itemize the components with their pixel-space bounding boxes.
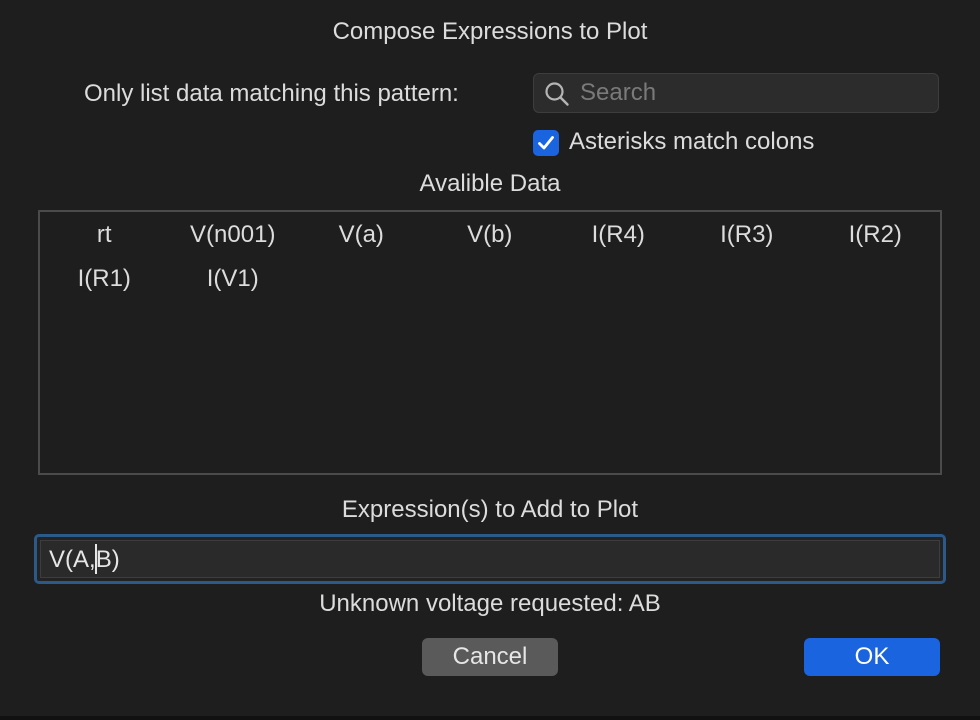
cancel-button[interactable]: Cancel [422, 638, 558, 676]
data-item-i-r3[interactable]: I(R3) [683, 216, 812, 260]
expression-text: V(A,B) [49, 541, 120, 579]
expression-field[interactable]: V(A,B) [34, 534, 946, 584]
compose-expressions-dialog: Compose Expressions to Plot Only list da… [0, 0, 980, 720]
data-item-i-r1[interactable]: I(R1) [40, 260, 169, 304]
expression-text-after-caret: B) [95, 546, 120, 573]
ok-button[interactable]: OK [804, 638, 940, 676]
expression-text-before-caret: V(A, [49, 546, 96, 573]
data-item-i-r4[interactable]: I(R4) [554, 216, 683, 260]
asterisks-checkbox-label[interactable]: Asterisks match colons [569, 128, 814, 156]
text-caret [94, 543, 97, 574]
available-data-list[interactable]: rt V(n001) V(a) V(b) I(R4) I(R3) I(R2) I… [38, 210, 942, 475]
data-item-v-n001[interactable]: V(n001) [169, 216, 298, 260]
search-field[interactable] [533, 73, 939, 113]
status-message: Unknown voltage requested: AB [319, 590, 661, 617]
dialog-title: Compose Expressions to Plot [332, 18, 648, 45]
available-data-grid: rt V(n001) V(a) V(b) I(R4) I(R3) I(R2) I… [40, 212, 940, 304]
asterisks-checkbox[interactable] [533, 130, 559, 156]
filter-label: Only list data matching this pattern: [84, 80, 459, 107]
data-item-i-v1[interactable]: I(V1) [169, 260, 298, 304]
search-icon [544, 81, 570, 107]
data-item-rt[interactable]: rt [40, 216, 169, 260]
checkmark-icon [538, 136, 554, 150]
data-item-i-r2[interactable]: I(R2) [811, 216, 940, 260]
available-data-title: Avalible Data [419, 170, 561, 197]
expression-title: Expression(s) to Add to Plot [341, 496, 639, 523]
data-item-v-b[interactable]: V(b) [426, 216, 555, 260]
search-input[interactable] [580, 74, 930, 112]
window-bottom-edge [0, 716, 980, 720]
expression-input[interactable]: V(A,B) [40, 540, 940, 578]
data-item-v-a[interactable]: V(a) [297, 216, 426, 260]
